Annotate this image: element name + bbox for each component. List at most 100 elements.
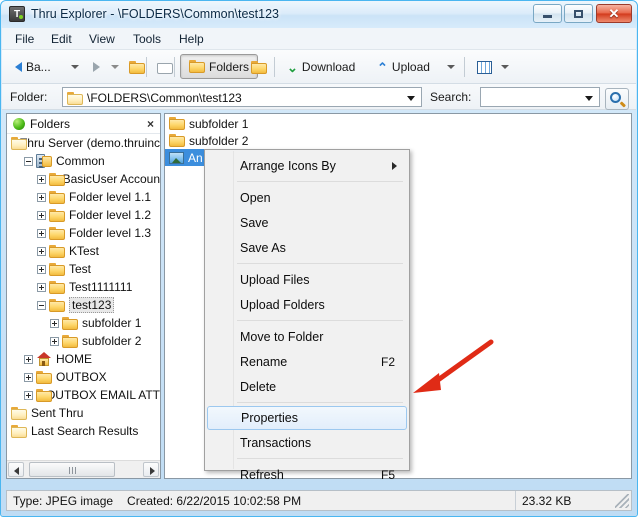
download-button[interactable]: ⌄ Download [282, 54, 360, 80]
collapse-icon[interactable] [37, 300, 46, 310]
upload-label: Upload [391, 60, 430, 74]
context-menu-item[interactable]: Arrange Icons By [205, 153, 409, 178]
views-dropdown-button[interactable] [496, 54, 514, 80]
tree-node[interactable]: Folder level 1.3 [7, 224, 160, 242]
expand-icon[interactable] [37, 246, 46, 256]
expand-icon[interactable] [24, 372, 33, 382]
search-button[interactable] [605, 88, 629, 110]
context-menu[interactable]: Arrange Icons By Open Save Save As Upload Fi… [204, 149, 410, 482]
context-menu-item[interactable]: Save [205, 210, 409, 235]
folders-panel-header: Folders × [7, 114, 160, 134]
minimize-button[interactable] [533, 4, 562, 23]
context-menu-item[interactable]: Rename F2 [205, 349, 409, 374]
forward-dropdown-button[interactable] [106, 54, 124, 80]
expand-icon[interactable] [50, 318, 59, 328]
folder-icon [169, 134, 185, 147]
window-title: Thru Explorer - \FOLDERS\Common\test123 [31, 7, 279, 21]
common-cabinet-icon [36, 154, 52, 168]
expand-icon[interactable] [50, 336, 59, 346]
tree-node-label: Test [69, 262, 92, 276]
folder-icon [49, 172, 65, 186]
tree-node[interactable]: OUTBOX EMAIL ATT [7, 386, 160, 404]
folder-path-combobox[interactable]: \FOLDERS\Common\test123 [62, 87, 422, 107]
context-menu-item[interactable]: Upload Files [205, 267, 409, 292]
context-menu-item-label: Upload Folders [240, 297, 325, 312]
folder-icon [49, 208, 65, 222]
expand-icon[interactable] [37, 264, 46, 274]
expand-icon[interactable] [37, 228, 46, 238]
open-folder-icon [11, 406, 27, 420]
context-menu-item-label: Properties [241, 411, 298, 425]
open-folder-icon [11, 424, 27, 438]
context-menu-item[interactable]: Open [205, 185, 409, 210]
menu-tools[interactable]: Tools [126, 31, 168, 48]
folders-tree[interactable]: Thru Server (demo.thruinc Common BasicUser… [7, 134, 160, 458]
close-button[interactable]: ✕ [596, 4, 632, 23]
upload-button[interactable]: ⌃ Upload [372, 54, 435, 80]
resize-grip[interactable] [615, 494, 629, 508]
context-menu-item[interactable]: Delete [205, 374, 409, 399]
tree-horizontal-scrollbar[interactable] [7, 460, 160, 478]
tree-node[interactable]: subfolder 2 [7, 332, 160, 350]
menu-help[interactable]: Help [172, 31, 211, 48]
upload-dropdown-button[interactable] [442, 54, 460, 80]
context-menu-item[interactable]: Properties [207, 406, 407, 430]
maximize-button[interactable] [564, 4, 593, 23]
views-button[interactable] [472, 54, 497, 80]
folders-tree-panel: Folders × Thru Server (demo.thruinc Commo… [6, 113, 161, 479]
scrollbar-thumb[interactable] [29, 462, 115, 477]
new-folder-button[interactable] [246, 54, 272, 80]
search-input[interactable] [480, 87, 600, 107]
tree-node[interactable]: Sent Thru [7, 404, 160, 422]
tree-node[interactable]: Common [7, 152, 160, 170]
file-list-item[interactable]: subfolder 1 [165, 115, 631, 132]
menu-edit[interactable]: Edit [44, 31, 79, 48]
tree-node[interactable]: OUTBOX [7, 368, 160, 386]
back-button[interactable]: Ba... [10, 54, 56, 80]
tree-node-label: Folder level 1.1 [69, 190, 152, 204]
context-menu-item-label: Transactions [240, 435, 312, 450]
views-icon [477, 60, 492, 74]
expand-icon[interactable] [24, 354, 33, 364]
tree-node[interactable]: Folder level 1.1 [7, 188, 160, 206]
open-folder-icon [11, 136, 27, 150]
tree-node[interactable]: Last Search Results [7, 422, 160, 440]
search-label: Search: [430, 90, 472, 104]
tree-node[interactable]: KTest [7, 242, 160, 260]
back-dropdown-button[interactable] [66, 54, 84, 80]
title-bar[interactable]: T Thru Explorer - \FOLDERS\Common\test12… [1, 1, 637, 28]
expand-icon[interactable] [24, 390, 33, 400]
tree-node-label: Test1111111 [69, 280, 133, 294]
context-menu-item[interactable]: Refresh F5 [205, 462, 409, 487]
tree-node[interactable]: Folder level 1.2 [7, 206, 160, 224]
context-menu-item[interactable]: Upload Folders [205, 292, 409, 317]
collapse-icon[interactable] [24, 156, 33, 166]
tree-node[interactable]: HOME [7, 350, 160, 368]
context-menu-item[interactable]: Save As [205, 235, 409, 260]
forward-button[interactable] [88, 54, 105, 80]
scroll-right-button[interactable] [143, 462, 159, 477]
folder-icon [36, 370, 52, 384]
expand-icon[interactable] [37, 210, 46, 220]
tree-node[interactable]: test123 [7, 296, 160, 314]
tree-node[interactable]: Test1111111 [7, 278, 160, 296]
thru-app-icon: T [9, 6, 25, 22]
file-list-item-label: subfolder 2 [189, 133, 249, 148]
tree-node[interactable]: subfolder 1 [7, 314, 160, 332]
context-menu-item[interactable]: Transactions [205, 430, 409, 455]
tree-node-label: Folder level 1.3 [69, 226, 152, 240]
close-panel-icon[interactable]: × [147, 116, 154, 132]
menu-view[interactable]: View [82, 31, 122, 48]
context-menu-item-label: Delete [240, 379, 277, 394]
file-list-item[interactable]: subfolder 2 [165, 132, 631, 149]
expand-icon[interactable] [37, 282, 46, 292]
context-menu-item[interactable]: Move to Folder [205, 324, 409, 349]
tree-node[interactable]: Thru Server (demo.thruinc [7, 134, 160, 152]
tree-node[interactable]: BasicUser Accoun [7, 170, 160, 188]
folder-icon [62, 316, 78, 330]
scroll-left-button[interactable] [8, 462, 24, 477]
tree-node[interactable]: Test [7, 260, 160, 278]
menu-file[interactable]: File [8, 31, 41, 48]
expand-icon[interactable] [37, 174, 46, 184]
expand-icon[interactable] [37, 192, 46, 202]
